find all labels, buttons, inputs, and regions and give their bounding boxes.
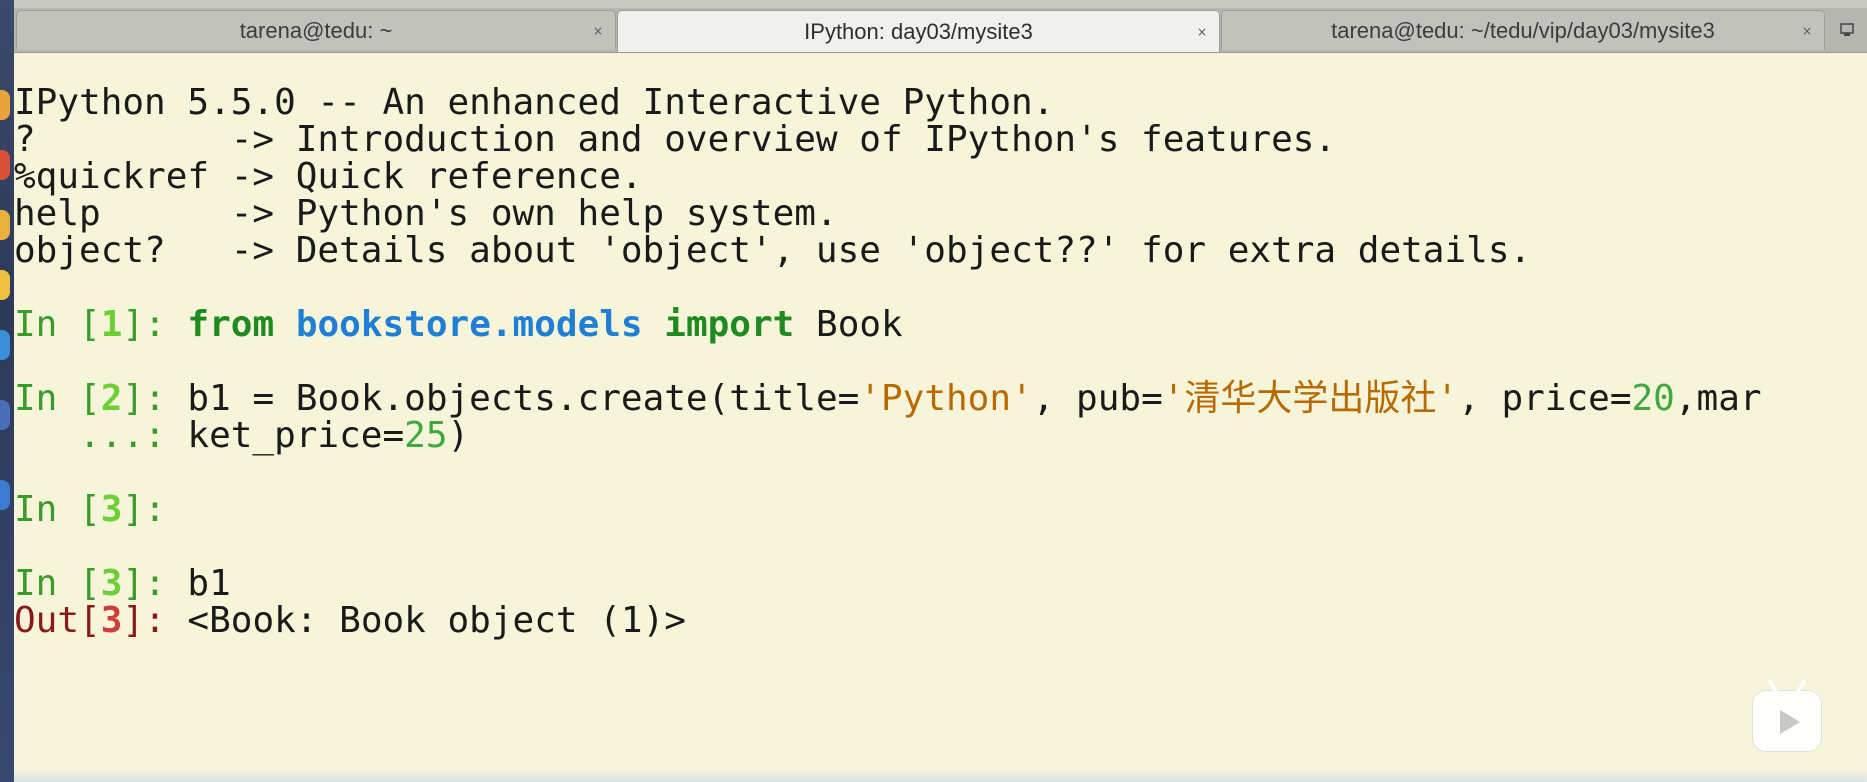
launcher-icon[interactable] — [0, 150, 10, 180]
in-prompt: In [ — [14, 563, 101, 604]
tab-title: tarena@tedu: ~ — [239, 17, 393, 43]
prompt-number: 3 — [100, 600, 123, 641]
tab-mysite3-terminal[interactable]: tarena@tedu: ~/tedu/vip/day03/mysite3 × — [1221, 10, 1825, 50]
input-cell-3: In [3]: — [14, 491, 1867, 528]
code-text: ,mar — [1674, 378, 1762, 419]
code-text: b1 = Book.objects.create(title= — [187, 378, 860, 419]
in-prompt: ]: — [122, 489, 188, 530]
input-cell-1: In [1]: from bookstore.models import Boo… — [14, 306, 1867, 343]
keyword: from — [187, 304, 275, 345]
output-text: <Book: Book object (1)> — [187, 600, 686, 641]
tab-bar: tarena@tedu: ~ × IPython: day03/mysite3 … — [14, 8, 1867, 53]
number-literal: 20 — [1631, 378, 1675, 419]
prompt-number: 3 — [100, 489, 123, 530]
code-text: ) — [447, 415, 470, 456]
banner-line: object? -> Details about 'object', use '… — [14, 230, 1532, 271]
banner-line: %quickref -> Quick reference. — [14, 156, 643, 197]
launcher-icon[interactable] — [0, 480, 10, 510]
number-literal: 25 — [404, 415, 448, 456]
launcher-icon[interactable] — [0, 330, 10, 360]
code-text: ket_price= — [187, 415, 405, 456]
code-text: b1 — [187, 563, 231, 604]
close-icon[interactable]: × — [1802, 24, 1812, 38]
imported-name: Book — [816, 304, 903, 345]
out-prompt: ]: — [122, 600, 188, 641]
continuation-line: ...: ket_price=25) — [14, 417, 1867, 454]
prompt-number: 3 — [100, 563, 123, 604]
tab-title: tarena@tedu: ~/tedu/vip/day03/mysite3 — [1331, 17, 1715, 43]
out-prompt: Out[ — [14, 600, 101, 641]
terminal-window: tarena@tedu: ~ × IPython: day03/mysite3 … — [0, 0, 1867, 782]
launcher-strip — [0, 0, 14, 782]
code-text: , price= — [1458, 378, 1632, 419]
keyword: import — [664, 304, 795, 345]
banner-line: ? -> Introduction and overview of IPytho… — [14, 119, 1337, 160]
video-play-icon — [1752, 690, 1822, 752]
tab-home-terminal[interactable]: tarena@tedu: ~ × — [16, 10, 616, 50]
code-text: , pub= — [1032, 378, 1163, 419]
in-prompt: ]: — [122, 378, 188, 419]
banner-line: IPython 5.5.0 -- An enhanced Interactive… — [14, 82, 1055, 123]
tab-menu-icon — [1840, 23, 1854, 36]
input-cell-2: In [2]: b1 = Book.objects.create(title='… — [14, 380, 1867, 417]
input-cell-3-retry: In [3]: b1 — [14, 565, 1867, 602]
ipython-console[interactable]: IPython 5.5.0 -- An enhanced Interactive… — [14, 84, 1867, 639]
close-icon[interactable]: × — [1197, 25, 1207, 39]
string-literal: 'Python' — [859, 378, 1033, 419]
launcher-icon[interactable] — [0, 90, 10, 120]
close-icon[interactable]: × — [593, 24, 603, 38]
in-prompt: ]: — [122, 563, 188, 604]
banner-line: help -> Python's own help system. — [14, 193, 838, 234]
continuation-prompt: ...: — [14, 415, 188, 456]
in-prompt: ]: — [122, 304, 188, 345]
top-panel — [14, 0, 1867, 8]
launcher-icon[interactable] — [0, 210, 10, 240]
output-cell-3: Out[3]: <Book: Book object (1)> — [14, 602, 1867, 639]
tab-menu-icon[interactable] — [1827, 10, 1867, 50]
module-name: bookstore.models — [295, 304, 643, 345]
prompt-number: 2 — [100, 378, 123, 419]
launcher-icon[interactable] — [0, 270, 10, 300]
in-prompt: In [ — [14, 304, 101, 345]
bottom-edge — [14, 770, 1867, 782]
tab-ipython[interactable]: IPython: day03/mysite3 × — [617, 10, 1220, 52]
tab-title: IPython: day03/mysite3 — [804, 18, 1033, 44]
play-icon — [1780, 710, 1800, 734]
prompt-number: 1 — [100, 304, 123, 345]
string-literal: '清华大学出版社' — [1162, 378, 1459, 419]
in-prompt: In [ — [14, 489, 101, 530]
launcher-icon[interactable] — [0, 400, 10, 430]
in-prompt: In [ — [14, 378, 101, 419]
